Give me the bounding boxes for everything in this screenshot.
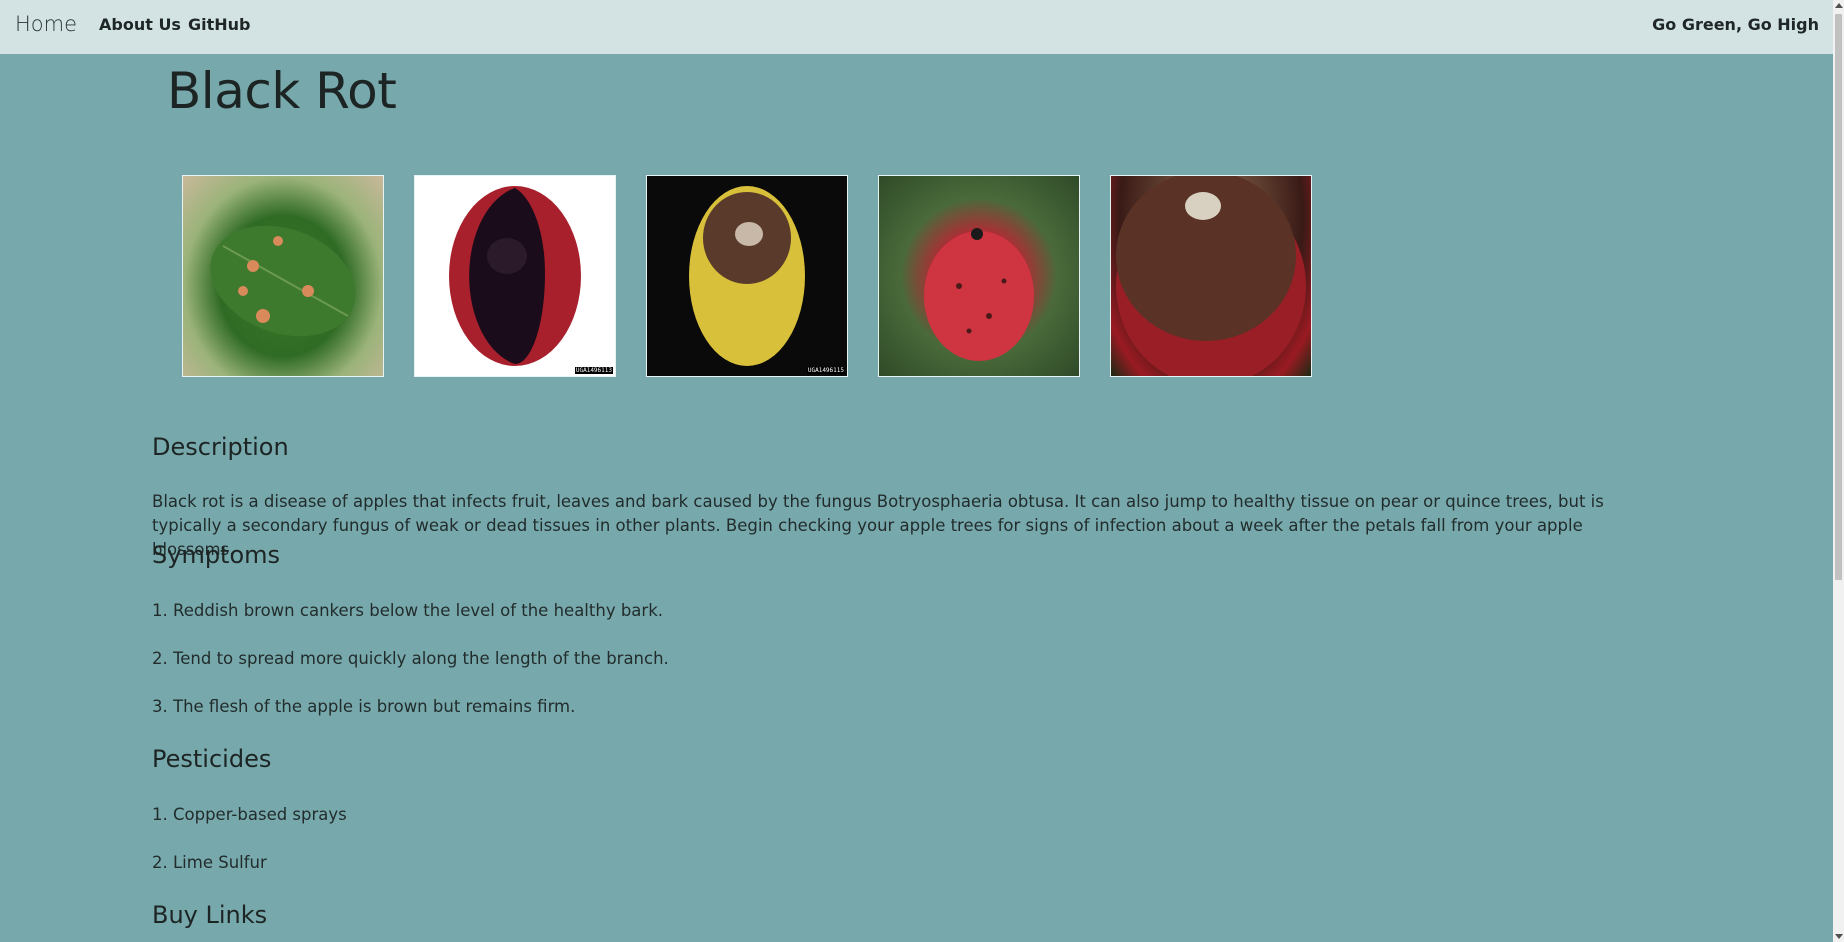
scroll-up-arrow-icon[interactable] (1835, 3, 1843, 8)
buy-links-heading: Buy Links (152, 901, 268, 929)
image-watermark: UGA1496113 (574, 367, 613, 374)
github-link[interactable]: GitHub (188, 15, 251, 34)
image-gallery: UGA1496113 UGA1496115 (182, 175, 1342, 377)
description-text: Black rot is a disease of apples that in… (152, 492, 1604, 559)
yellow-apple-image (689, 186, 805, 366)
pesticide-item: 2. Lime Sulfur (152, 853, 267, 872)
description-heading: Description (152, 433, 289, 461)
gallery-image-leaf[interactable] (182, 175, 384, 377)
rotten-apple-image (449, 186, 581, 366)
home-link[interactable]: Home (15, 12, 77, 36)
page-title: Black Rot (167, 62, 397, 120)
about-us-link[interactable]: About Us (99, 15, 181, 34)
gallery-image-red-apple-tree[interactable] (878, 175, 1080, 377)
image-watermark: UGA1496115 (806, 367, 845, 374)
gallery-image-rotten-apple-1[interactable]: UGA1496113 (414, 175, 616, 377)
gallery-image-yellow-apple[interactable]: UGA1496115 (646, 175, 848, 377)
symptom-item: 3. The flesh of the apple is brown but r… (152, 697, 576, 716)
scrollbar-thumb[interactable] (1835, 14, 1842, 580)
pesticide-item: 1. Copper-based sprays (152, 805, 347, 824)
apple-on-tree-image (924, 228, 1034, 361)
symptom-item: 1. Reddish brown cankers below the level… (152, 601, 663, 620)
symptom-item: 2. Tend to spread more quickly along the… (152, 649, 669, 668)
symptoms-heading: Symptoms (152, 541, 281, 569)
scroll-down-arrow-icon[interactable] (1835, 934, 1843, 939)
leaf-lesion-image (210, 225, 356, 337)
vertical-scrollbar[interactable] (1833, 0, 1844, 942)
gallery-image-closeup-apple[interactable] (1110, 175, 1312, 377)
navbar: Home About Us GitHub Go Green, Go High (0, 0, 1833, 54)
pesticides-heading: Pesticides (152, 745, 272, 773)
tagline: Go Green, Go High (1652, 15, 1819, 34)
apple-closeup-image (1116, 176, 1306, 376)
